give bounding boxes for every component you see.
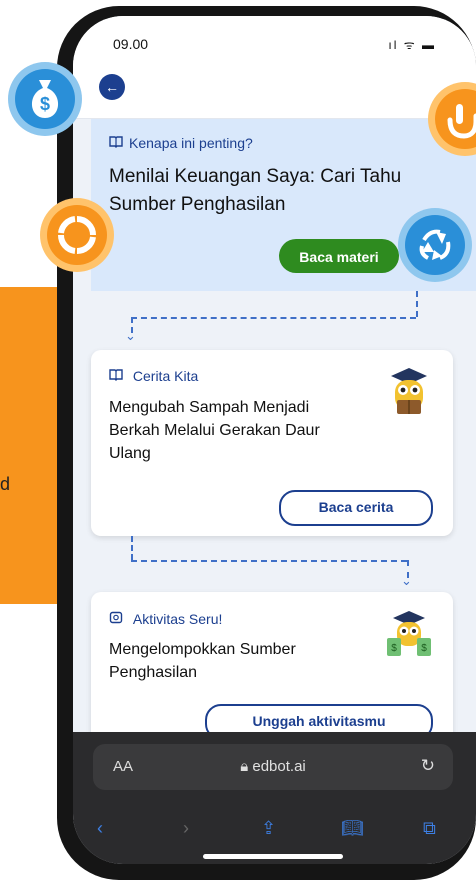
status-bar: 09.00 ıl ᯤ ▬ — [73, 16, 476, 66]
connector-arrow-icon: ⌄ — [125, 328, 136, 343]
owl-graduate-icon — [387, 368, 431, 420]
browser-toolbar: AA 🔒︎ edbot.ai ↻ ‹ › ⇪ 📖︎ ⧉ — [73, 732, 476, 864]
url-text: edbot.ai — [252, 758, 306, 775]
activity-card: Aktivitas Seru! Mengelompokkan Sumber Pe… — [91, 592, 453, 742]
bookmarks-icon[interactable]: 📖︎ — [341, 818, 364, 839]
url-display[interactable]: 🔒︎ edbot.ai — [93, 758, 453, 775]
reload-icon[interactable]: ↻ — [421, 756, 435, 776]
connector-line — [131, 317, 416, 319]
back-arrow-icon[interactable]: ← — [99, 74, 125, 100]
connector-line — [131, 560, 407, 562]
connector-arrow-icon: ⌄ — [401, 573, 412, 588]
banner-title: Menilai Keuangan Saya: Cari Tahu Sumber … — [109, 166, 402, 215]
activity-kicker: Aktivitas Seru! — [109, 610, 222, 627]
connector-line — [416, 291, 418, 317]
activity-kicker-label: Aktivitas Seru! — [132, 611, 223, 627]
side-panel-text: d — [0, 474, 11, 494]
back-icon[interactable]: ‹ — [97, 818, 103, 839]
svg-text:$: $ — [40, 94, 50, 114]
address-bar[interactable]: AA 🔒︎ edbot.ai ↻ — [93, 744, 453, 790]
banner-kicker: Kenapa ini penting? — [109, 135, 253, 151]
activity-icon — [109, 611, 127, 627]
activity-title: Mengelompokkan Sumber Penghasilan — [109, 641, 296, 681]
refresh-ring-icon — [40, 198, 114, 272]
book-icon — [109, 368, 127, 384]
forward-icon[interactable]: › — [183, 818, 189, 839]
story-kicker: Cerita Kita — [109, 368, 198, 384]
recycle-icon — [398, 208, 472, 282]
svg-text:$: $ — [391, 643, 397, 654]
owl-money-icon: $ $ — [387, 610, 431, 662]
orange-side-panel — [0, 287, 58, 604]
read-material-button[interactable]: Baca materi — [279, 239, 399, 273]
phone-screen: 09.00 ıl ᯤ ▬ ← Kenapa ini penting? Menil… — [73, 16, 476, 864]
lock-icon: 🔒︎ — [240, 758, 253, 775]
book-icon — [109, 135, 123, 151]
connector-line — [131, 536, 133, 560]
share-icon[interactable]: ⇪ — [261, 818, 276, 839]
status-time: 09.00 — [113, 36, 149, 52]
app-nav-bar — [73, 66, 476, 119]
money-bag-icon: $ — [8, 62, 82, 136]
status-icons: ıl ᯤ ▬ — [388, 38, 436, 52]
tabs-icon[interactable]: ⧉ — [423, 818, 436, 839]
home-indicator — [203, 854, 343, 859]
story-card: Cerita Kita Mengubah Sampah Menjadi Berk… — [91, 350, 453, 536]
banner-kicker-label: Kenapa ini penting? — [129, 135, 253, 151]
story-title: Mengubah Sampah Menjadi Berkah Melalui G… — [109, 399, 320, 462]
story-kicker-label: Cerita Kita — [132, 368, 199, 384]
read-story-button[interactable]: Baca cerita — [279, 490, 433, 526]
svg-text:$: $ — [421, 643, 427, 654]
